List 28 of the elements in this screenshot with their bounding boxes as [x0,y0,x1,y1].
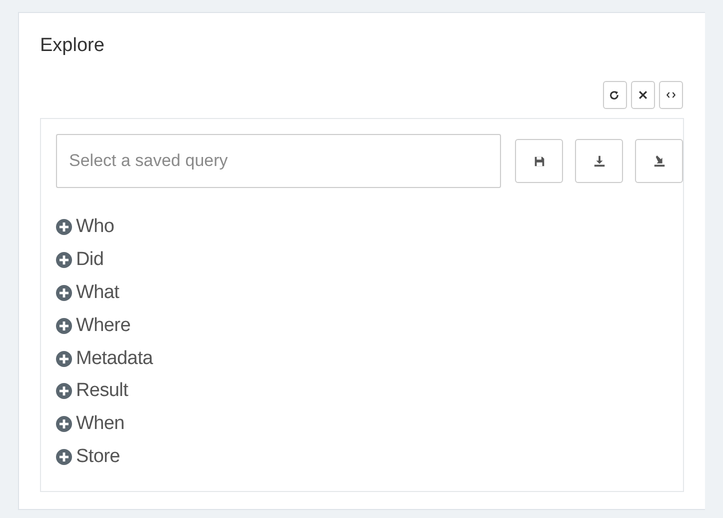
expand-icon[interactable] [56,219,72,236]
close-button[interactable] [631,81,655,109]
expand-icon[interactable] [56,350,72,367]
expand-icon[interactable] [56,448,72,465]
expand-icon[interactable] [56,383,72,400]
tree-item-label[interactable]: Store [76,446,120,468]
tree-item-label[interactable]: Did [76,249,104,272]
code-icon [665,89,677,101]
close-icon [637,89,649,101]
tree-item-label[interactable]: When [76,413,124,436]
tree-item-label[interactable]: Result [76,380,128,402]
tray-arrow-icon [652,154,666,168]
expand-icon[interactable] [56,318,72,334]
refresh-button[interactable] [603,81,627,109]
download-icon [592,154,606,168]
code-button[interactable] [659,81,683,109]
saved-query-field[interactable]: Select a saved query [56,134,501,188]
panel-title: Explore [40,34,106,58]
import-button[interactable] [635,139,683,183]
tree-item-label[interactable]: What [76,282,120,304]
tree-item-label[interactable]: Who [76,216,114,238]
expand-icon[interactable] [56,252,72,268]
expand-icon[interactable] [56,284,72,301]
refresh-icon [609,89,621,101]
expand-icon[interactable] [56,416,72,432]
save-button[interactable] [515,139,563,183]
tree-item-label[interactable]: Metadata [76,348,153,370]
tree-item-label[interactable]: Where [76,314,130,337]
